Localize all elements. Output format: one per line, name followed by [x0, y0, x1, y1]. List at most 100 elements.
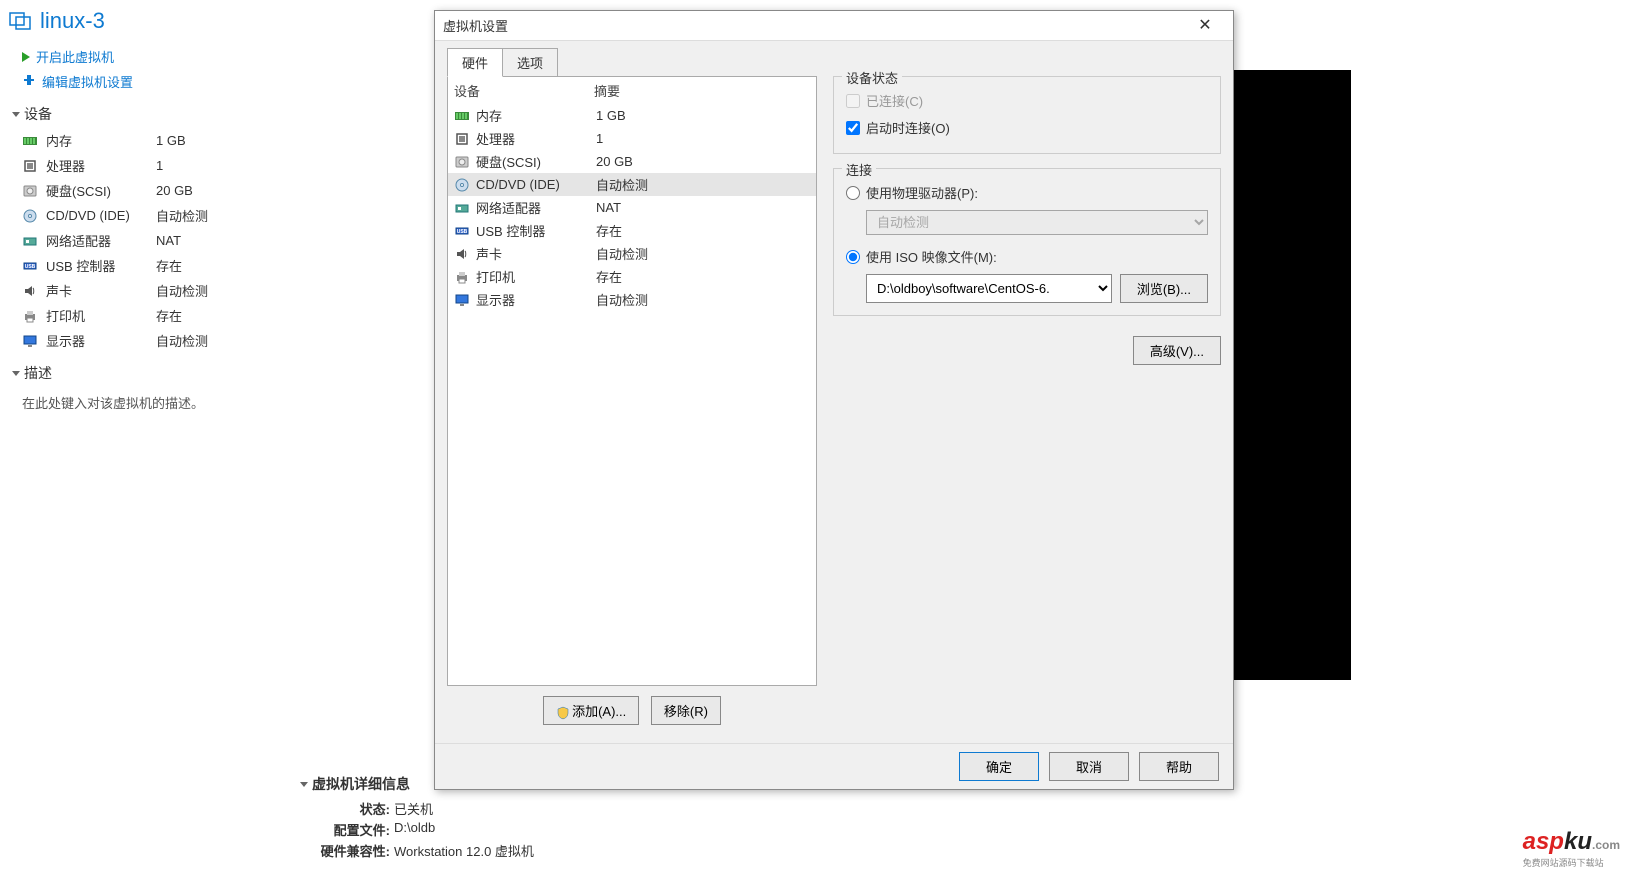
device-name: 硬盘(SCSI)	[46, 181, 156, 200]
device-summary: 自动检测	[596, 175, 648, 194]
device-name: 网络适配器	[46, 231, 156, 250]
detail-value: 已关机	[394, 799, 433, 818]
left-device-row[interactable]: 硬盘(SCSI)20 GB	[8, 178, 300, 203]
device-value: 存在	[156, 306, 182, 325]
device-name: 打印机	[46, 306, 156, 325]
physical-drive-radio-row[interactable]: 使用物理驱动器(P):	[846, 179, 1208, 206]
device-name: USB 控制器	[476, 221, 596, 240]
dialog-device-row[interactable]: 声卡自动检测	[448, 242, 816, 265]
remove-device-button[interactable]: 移除(R)	[651, 696, 721, 725]
device-name: 硬盘(SCSI)	[476, 152, 596, 171]
display-icon	[22, 333, 38, 349]
left-device-row[interactable]: USBUSB 控制器存在	[8, 253, 300, 278]
dialog-device-row[interactable]: 内存1 GB	[448, 104, 816, 127]
device-name: 内存	[46, 131, 156, 150]
devices-header-label: 设备	[24, 104, 52, 124]
connection-group-title: 连接	[842, 160, 876, 179]
connection-group: 连接 使用物理驱动器(P): 自动检测 使用 ISO 映像文件(M): D:	[833, 168, 1221, 316]
device-list-box: 设备 摘要 内存1 GB处理器1硬盘(SCSI)20 GBCD/DVD (IDE…	[447, 76, 817, 686]
vm-summary-panel: linux-3 开启此虚拟机 编辑虚拟机设置 设备 内存1 GB处理器1硬盘(S…	[0, 0, 300, 412]
cancel-button[interactable]: 取消	[1049, 752, 1129, 781]
vm-name-label: linux-3	[40, 8, 105, 34]
description-section-header[interactable]: 描述	[8, 353, 300, 387]
left-device-list: 内存1 GB处理器1硬盘(SCSI)20 GBCD/DVD (IDE)自动检测网…	[8, 128, 300, 353]
left-device-row[interactable]: 打印机存在	[8, 303, 300, 328]
detail-key: 硬件兼容性:	[320, 841, 390, 860]
advanced-button[interactable]: 高级(V)...	[1133, 336, 1221, 365]
connected-label: 已连接(C)	[866, 91, 923, 110]
printer-icon	[22, 308, 38, 324]
device-name: 网络适配器	[476, 198, 596, 217]
cpu-icon	[454, 131, 470, 147]
device-name: 显示器	[476, 290, 596, 309]
left-device-row[interactable]: 显示器自动检测	[8, 328, 300, 353]
left-device-row[interactable]: 声卡自动检测	[8, 278, 300, 303]
left-device-row[interactable]: 网络适配器NAT	[8, 228, 300, 253]
dialog-device-row[interactable]: 显示器自动检测	[448, 288, 816, 311]
device-status-group: 设备状态 已连接(C) 启动时连接(O)	[833, 76, 1221, 154]
power-on-text: 开启此虚拟机	[36, 47, 114, 66]
device-summary: 1	[596, 131, 603, 146]
sound-icon	[454, 246, 470, 262]
device-summary: 自动检测	[596, 244, 648, 263]
watermark-black: ku	[1564, 828, 1592, 855]
edit-settings-link[interactable]: 编辑虚拟机设置	[8, 69, 300, 94]
device-summary: 自动检测	[596, 290, 648, 309]
left-device-row[interactable]: 处理器1	[8, 153, 300, 178]
nic-icon	[454, 200, 470, 216]
sound-icon	[22, 283, 38, 299]
dialog-device-row[interactable]: 处理器1	[448, 127, 816, 150]
device-name: 打印机	[476, 267, 596, 286]
device-value: 20 GB	[156, 183, 193, 198]
connect-on-poweron-checkbox[interactable]	[846, 121, 860, 135]
physical-drive-radio[interactable]	[846, 186, 860, 200]
svg-text:USB: USB	[25, 264, 36, 270]
memory-icon	[22, 133, 38, 149]
left-device-row[interactable]: 内存1 GB	[8, 128, 300, 153]
device-value: 自动检测	[156, 331, 208, 350]
iso-file-radio[interactable]	[846, 250, 860, 264]
preview-area	[1231, 70, 1351, 680]
usb-icon: USB	[22, 258, 38, 274]
device-summary: 存在	[596, 267, 622, 286]
detail-value: Workstation 12.0 虚拟机	[394, 841, 534, 860]
svg-text:USB: USB	[457, 229, 468, 235]
left-device-row[interactable]: CD/DVD (IDE)自动检测	[8, 203, 300, 228]
ok-button[interactable]: 确定	[959, 752, 1039, 781]
vm-icon	[8, 11, 32, 31]
vm-detail-row: 硬件兼容性:Workstation 12.0 虚拟机	[300, 840, 800, 861]
close-button[interactable]: ✕	[1185, 12, 1225, 40]
iso-file-select[interactable]: D:\oldboy\software\CentOS-6.	[866, 274, 1112, 303]
connect-on-poweron-label: 启动时连接(O)	[866, 118, 950, 137]
dialog-device-row[interactable]: 硬盘(SCSI)20 GB	[448, 150, 816, 173]
chevron-down-icon	[12, 112, 20, 117]
dialog-device-row[interactable]: 打印机存在	[448, 265, 816, 288]
browse-button[interactable]: 浏览(B)...	[1120, 274, 1208, 303]
devices-section-header[interactable]: 设备	[8, 94, 300, 128]
power-on-link[interactable]: 开启此虚拟机	[8, 44, 300, 69]
dialog-device-row[interactable]: USBUSB 控制器存在	[448, 219, 816, 242]
dialog-device-row[interactable]: CD/DVD (IDE)自动检测	[448, 173, 816, 196]
detail-key: 配置文件:	[320, 820, 390, 839]
device-name: 处理器	[46, 156, 156, 175]
dialog-device-row[interactable]: 网络适配器NAT	[448, 196, 816, 219]
description-placeholder[interactable]: 在此处键入对该虚拟机的描述。	[8, 387, 300, 412]
device-list-header: 设备 摘要	[448, 77, 816, 104]
help-button[interactable]: 帮助	[1139, 752, 1219, 781]
chevron-down-icon	[300, 782, 308, 787]
iso-file-label: 使用 ISO 映像文件(M):	[866, 247, 997, 266]
iso-file-radio-row[interactable]: 使用 ISO 映像文件(M):	[846, 243, 1208, 270]
hdd-icon	[454, 154, 470, 170]
watermark-suffix: .com	[1592, 838, 1620, 852]
connect-on-poweron-row[interactable]: 启动时连接(O)	[846, 114, 1208, 141]
printer-icon	[454, 269, 470, 285]
tab-options[interactable]: 选项	[502, 48, 558, 77]
watermark-tagline: 免费网站源码下载站	[1523, 856, 1620, 869]
connected-checkbox	[846, 94, 860, 108]
add-device-button[interactable]: 添加(A)...	[543, 696, 639, 725]
device-config-panel: 设备状态 已连接(C) 启动时连接(O) 连接 使用物理驱动器(P):	[833, 76, 1221, 735]
tab-hardware[interactable]: 硬件	[447, 48, 503, 77]
cpu-icon	[22, 158, 38, 174]
device-name: CD/DVD (IDE)	[46, 208, 156, 223]
watermark: aspku.com 免费网站源码下载站	[1523, 828, 1620, 869]
